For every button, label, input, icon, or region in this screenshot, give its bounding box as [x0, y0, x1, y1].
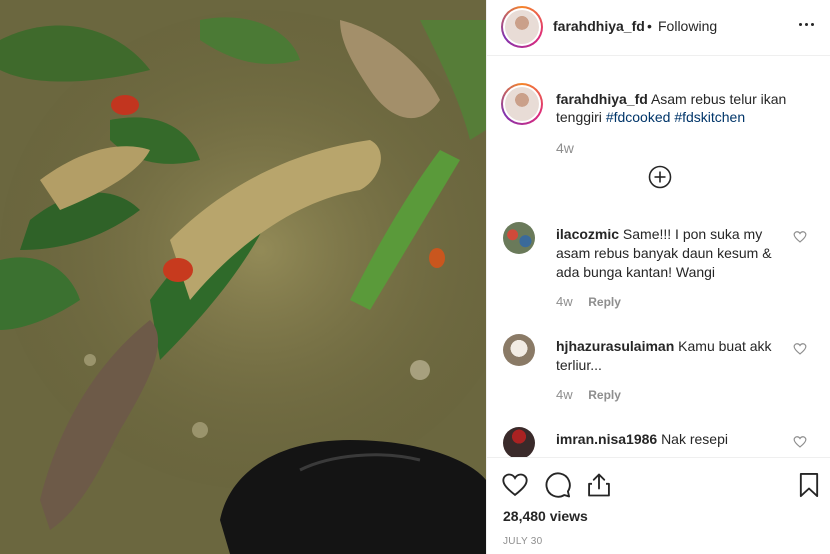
commenter-avatar[interactable]	[503, 222, 535, 254]
comment-meta: 4w Reply	[556, 387, 621, 402]
caption-text: farahdhiya_fd Asam rebus telur ikan teng…	[556, 90, 816, 126]
author-username[interactable]: farahdhiya_fd	[553, 18, 645, 34]
comments-section[interactable]: farahdhiya_fd Asam rebus telur ikan teng…	[487, 57, 830, 457]
commenter-username[interactable]: hjhazurasulaiman	[556, 338, 674, 354]
reply-button[interactable]: Reply	[588, 295, 621, 309]
comment-heart-icon[interactable]	[793, 435, 807, 449]
commenter-username[interactable]: imran.nisa1986	[556, 431, 657, 447]
comment-item: imran.nisa1986 Nak resepi	[501, 427, 817, 457]
following-button[interactable]: Following	[658, 18, 717, 34]
comment-text: hjhazurasulaiman Kamu buat akk terliur..…	[556, 337, 786, 375]
food-video-frame	[0, 0, 486, 554]
post-header: farahdhiya_fd • Following	[487, 0, 830, 56]
post-date[interactable]: JULY 30	[503, 536, 543, 547]
hashtag-link[interactable]: #fdskitchen	[674, 109, 745, 125]
reply-button[interactable]: Reply	[588, 388, 621, 402]
comment-heart-icon[interactable]	[793, 342, 807, 356]
hashtag-link[interactable]: #fdcooked	[606, 109, 671, 125]
post-actions: 28,480 views JULY 30	[487, 457, 830, 554]
comment-meta: 4w Reply	[556, 294, 621, 309]
author-avatar[interactable]	[501, 6, 543, 48]
comment-timestamp[interactable]: 4w	[556, 294, 573, 309]
view-count[interactable]: 28,480 views	[503, 508, 588, 524]
caption-username[interactable]: farahdhiya_fd	[556, 91, 648, 107]
heart-icon[interactable]	[501, 471, 529, 499]
comment-body: Nak resepi	[661, 431, 728, 447]
post-side-panel: farahdhiya_fd • Following farahdhiya_fd …	[486, 0, 830, 554]
post-video[interactable]	[0, 0, 486, 554]
more-options-icon[interactable]	[797, 14, 817, 34]
share-icon[interactable]	[585, 471, 613, 499]
comment-item: hjhazurasulaiman Kamu buat akk terliur..…	[501, 334, 817, 409]
plus-circle-icon[interactable]	[648, 165, 672, 189]
comment-text: ilacozmic Same!!! I pon suka my asam reb…	[556, 225, 786, 282]
comment-heart-icon[interactable]	[793, 230, 807, 244]
separator-dot: •	[647, 18, 652, 34]
commenter-avatar[interactable]	[503, 334, 535, 366]
caption-timestamp[interactable]: 4w	[556, 140, 574, 156]
commenter-avatar[interactable]	[503, 427, 535, 457]
comment-bubble-icon[interactable]	[544, 471, 572, 499]
bookmark-icon[interactable]	[795, 471, 823, 499]
caption-avatar[interactable]	[501, 83, 543, 125]
commenter-username[interactable]: ilacozmic	[556, 226, 619, 242]
comment-text: imran.nisa1986 Nak resepi	[556, 430, 786, 449]
comment-timestamp[interactable]: 4w	[556, 387, 573, 402]
comment-item: ilacozmic Same!!! I pon suka my asam reb…	[501, 222, 817, 312]
instagram-post-view: farahdhiya_fd • Following farahdhiya_fd …	[0, 0, 830, 554]
